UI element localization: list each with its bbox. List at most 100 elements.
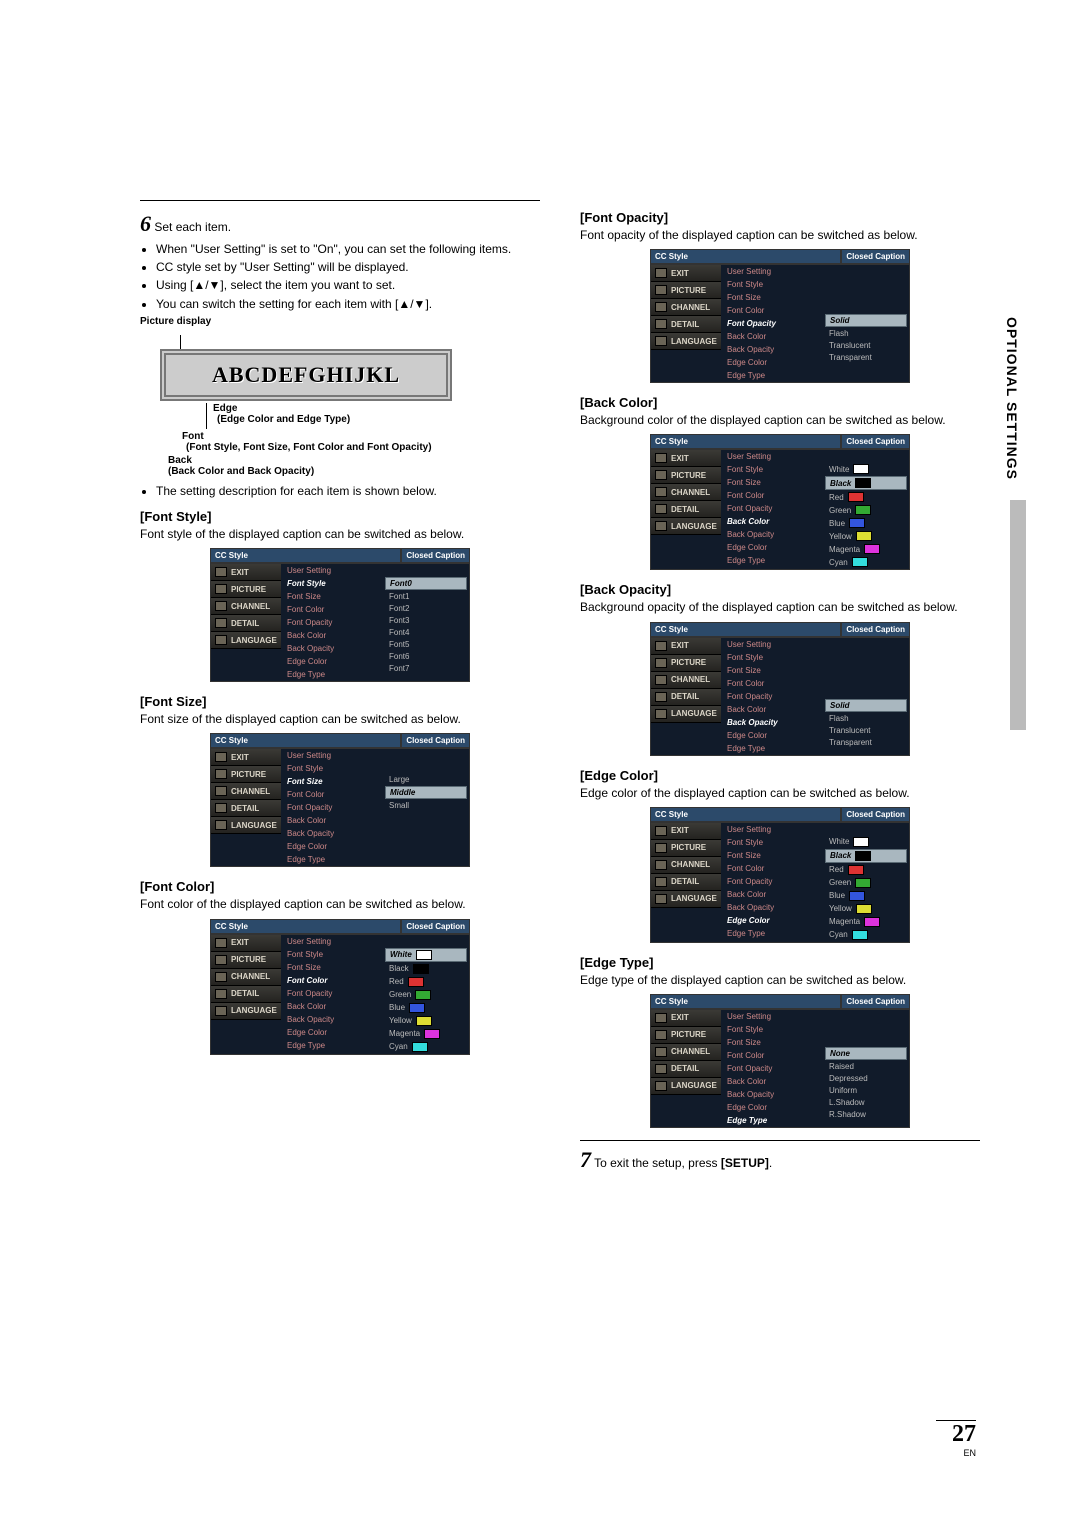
osd-edge-type: CC StyleClosed Caption EXITPICTURECHANNE… <box>650 994 910 1128</box>
osd-row-style: Font Style <box>721 836 823 849</box>
osd-value: Flash <box>825 713 907 724</box>
osd-row-bcolor: Back Color <box>721 515 823 528</box>
osd-row-style: Font Style <box>721 463 823 476</box>
osd-tab-channel: CHANNEL <box>651 672 721 689</box>
osd-value: Small <box>385 800 467 811</box>
osd-row-color: Font Color <box>721 862 823 875</box>
step-7: 7 To exit the setup, press [SETUP]. <box>580 1140 980 1173</box>
osd-row-opacity: Font Opacity <box>721 502 823 515</box>
osd-row-bopacity: Back Opacity <box>721 716 823 729</box>
osd-value: Magenta <box>825 543 907 555</box>
osd-value: Yellow <box>385 1015 467 1027</box>
osd-row-bopacity: Back Opacity <box>721 901 823 914</box>
osd-row-bopacity: Back Opacity <box>281 642 383 655</box>
osd-value: Uniform <box>825 1085 907 1096</box>
step-6-bullets: When "User Setting" is set to "On", you … <box>156 241 540 312</box>
osd-value: Translucent <box>825 725 907 736</box>
osd-tab-detail: DETAIL <box>211 615 281 632</box>
osd-value: Cyan <box>825 929 907 941</box>
side-tab-bar <box>1010 500 1026 730</box>
osd-value: Yellow <box>825 530 907 542</box>
osd-value: Middle <box>385 786 467 799</box>
osd-value: White <box>385 948 467 962</box>
osd-tab-picture: PICTURE <box>651 840 721 857</box>
back-desc: (Back Color and Back Opacity) <box>168 466 540 477</box>
osd-value: Blue <box>385 1002 467 1014</box>
osd-value: Cyan <box>385 1041 467 1053</box>
osd-value: Red <box>825 491 907 503</box>
back-color-text: Background color of the displayed captio… <box>580 412 980 428</box>
osd-tab-exit: EXIT <box>211 564 281 581</box>
osd-tab-picture: PICTURE <box>211 581 281 598</box>
osd-tab-language: LANGUAGE <box>651 333 721 350</box>
osd-row-bcolor: Back Color <box>721 888 823 901</box>
picture-display-label: Picture display <box>140 316 540 327</box>
osd-tab-channel: CHANNEL <box>211 598 281 615</box>
osd-value: Font2 <box>385 603 467 614</box>
osd-value: Blue <box>825 890 907 902</box>
font-style-text: Font style of the displayed caption can … <box>140 526 540 542</box>
osd-value: Red <box>385 976 467 988</box>
osd-row-size: Font Size <box>281 590 383 603</box>
font-opacity-text: Font opacity of the displayed caption ca… <box>580 227 980 243</box>
edge-type-head: [Edge Type] <box>580 955 980 970</box>
osd-tab-picture: PICTURE <box>211 766 281 783</box>
back-label: Back <box>168 455 192 466</box>
osd-value: None <box>825 1047 907 1060</box>
osd-row-style: Font Style <box>281 948 383 961</box>
font-desc: (Font Style, Font Size, Font Color and F… <box>186 442 540 453</box>
osd-value: Font1 <box>385 591 467 602</box>
side-tab-label: OPTIONAL SETTINGS <box>1004 317 1020 480</box>
osd-tab-detail: DETAIL <box>651 316 721 333</box>
osd-tab-language: LANGUAGE <box>651 518 721 535</box>
bullet-2: CC style set by "User Setting" will be d… <box>156 259 540 275</box>
osd-tab-language: LANGUAGE <box>211 1003 281 1020</box>
step-7-text: To exit the setup, press <box>594 1156 721 1170</box>
osd-back-color: CC StyleClosed Caption EXITPICTURECHANNE… <box>650 434 910 570</box>
osd-value: Solid <box>825 314 907 327</box>
osd-row-user: User Setting <box>721 1010 823 1023</box>
osd-row-user: User Setting <box>721 638 823 651</box>
osd-value: Magenta <box>385 1028 467 1040</box>
page-number: 27 <box>936 1421 976 1448</box>
osd-row-etype: Edge Type <box>721 1114 823 1127</box>
osd-row-ecolor: Edge Color <box>721 1101 823 1114</box>
osd-tab-channel: CHANNEL <box>651 857 721 874</box>
osd-row-user: User Setting <box>281 749 383 762</box>
osd-value: Raised <box>825 1061 907 1072</box>
step-7-after: . <box>769 1156 772 1170</box>
sample-caption: ABCDEFGHIJKL <box>160 349 452 401</box>
osd-value: Blue <box>825 517 907 529</box>
osd-font-style: CC StyleClosed Caption EXITPICTURECHANNE… <box>210 548 470 682</box>
osd-tab-exit: EXIT <box>211 935 281 952</box>
osd-row-etype: Edge Type <box>721 369 823 382</box>
osd-back-opacity: CC StyleClosed Caption EXITPICTURECHANNE… <box>650 622 910 756</box>
back-opacity-text: Background opacity of the displayed capt… <box>580 599 980 615</box>
osd-row-size: Font Size <box>721 476 823 489</box>
osd-value: Font7 <box>385 663 467 674</box>
osd-value: Magenta <box>825 916 907 928</box>
osd-row-ecolor: Edge Color <box>721 356 823 369</box>
osd-row-opacity: Font Opacity <box>721 1062 823 1075</box>
osd-row-bopacity: Back Opacity <box>721 1088 823 1101</box>
osd-tab-picture: PICTURE <box>211 952 281 969</box>
osd-value: Green <box>825 504 907 516</box>
osd-tab-exit: EXIT <box>651 638 721 655</box>
osd-font-size: CC StyleClosed Caption EXITPICTURECHANNE… <box>210 733 470 867</box>
osd-row-user: User Setting <box>281 564 383 577</box>
osd-row-style: Font Style <box>721 1023 823 1036</box>
osd-value: Font3 <box>385 615 467 626</box>
osd-tab-language: LANGUAGE <box>651 891 721 908</box>
osd-row-color: Font Color <box>281 974 383 987</box>
osd-tab-detail: DETAIL <box>651 689 721 706</box>
page-lang: EN <box>936 1448 976 1458</box>
osd-value: Yellow <box>825 903 907 915</box>
osd-tab-channel: CHANNEL <box>211 969 281 986</box>
osd-row-etype: Edge Type <box>281 853 383 866</box>
note-list: The setting description for each item is… <box>156 483 540 499</box>
osd-value: Translucent <box>825 340 907 351</box>
osd-tab-exit: EXIT <box>211 749 281 766</box>
osd-tab-detail: DETAIL <box>211 986 281 1003</box>
osd-tab-exit: EXIT <box>651 450 721 467</box>
osd-row-opacity: Font Opacity <box>281 987 383 1000</box>
